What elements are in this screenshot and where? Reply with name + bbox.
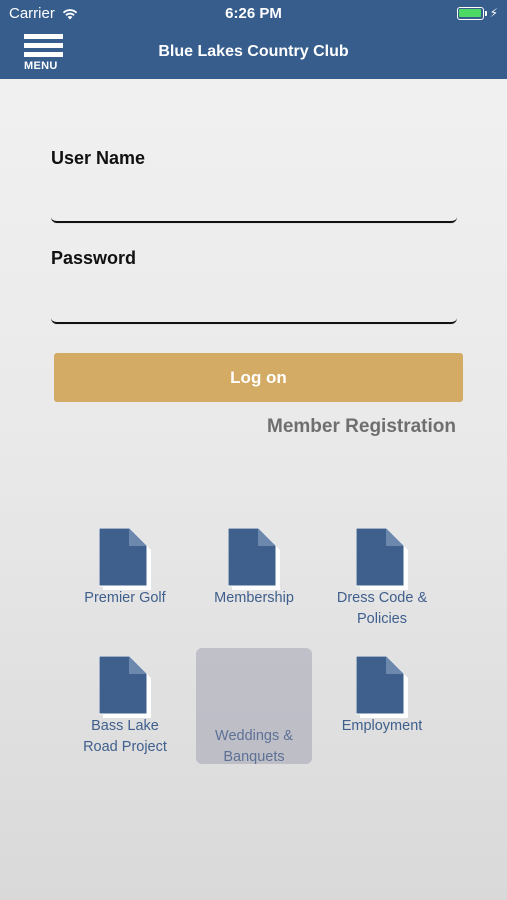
log-on-button[interactable]: Log on <box>54 353 463 402</box>
document-icon <box>356 528 408 590</box>
tile-membership[interactable]: Membership <box>196 528 312 644</box>
tile-label: Weddings & Banquets <box>215 728 293 765</box>
username-field[interactable] <box>51 175 457 223</box>
document-icon <box>356 656 408 718</box>
battery-fill <box>459 9 482 17</box>
password-field[interactable] <box>51 276 457 324</box>
tile-label: Dress Code & Policies <box>336 590 428 627</box>
menu-label: MENU <box>24 60 58 72</box>
status-bar: Carrier 6:26 PM ⚡ <box>0 0 507 28</box>
username-label: User Name <box>51 148 146 168</box>
password-label: Password <box>51 248 137 268</box>
battery-icon <box>456 6 484 20</box>
nav-bar: MENU Blue Lakes Country Club <box>0 28 507 79</box>
document-icon <box>99 656 151 718</box>
tile-label: Employment <box>341 718 423 734</box>
tile-premier-golf[interactable]: Premier Golf <box>67 528 183 644</box>
document-icon <box>228 528 280 590</box>
tile-employment[interactable]: Employment <box>324 656 440 772</box>
tile-label: Bass Lake Road Project <box>83 718 167 755</box>
charging-bolt-icon: ⚡ <box>489 6 498 20</box>
tile-label: Premier Golf <box>84 590 166 606</box>
tile-weddings-banquets[interactable]: Weddings & Banquets <box>196 648 312 765</box>
hamburger-icon <box>24 34 63 39</box>
tile-bass-lake-road-project[interactable]: Bass Lake Road Project <box>67 656 183 772</box>
document-icon <box>99 528 151 590</box>
member-registration-link[interactable]: Member Registration <box>267 416 456 438</box>
battery-indicator: ⚡ <box>456 6 498 20</box>
app-title: Blue Lakes Country Club <box>158 43 349 60</box>
tile-label: Membership <box>214 590 294 606</box>
status-time: 6:26 PM <box>225 5 282 22</box>
tile-dress-code-policies[interactable]: Dress Code & Policies <box>324 528 440 644</box>
